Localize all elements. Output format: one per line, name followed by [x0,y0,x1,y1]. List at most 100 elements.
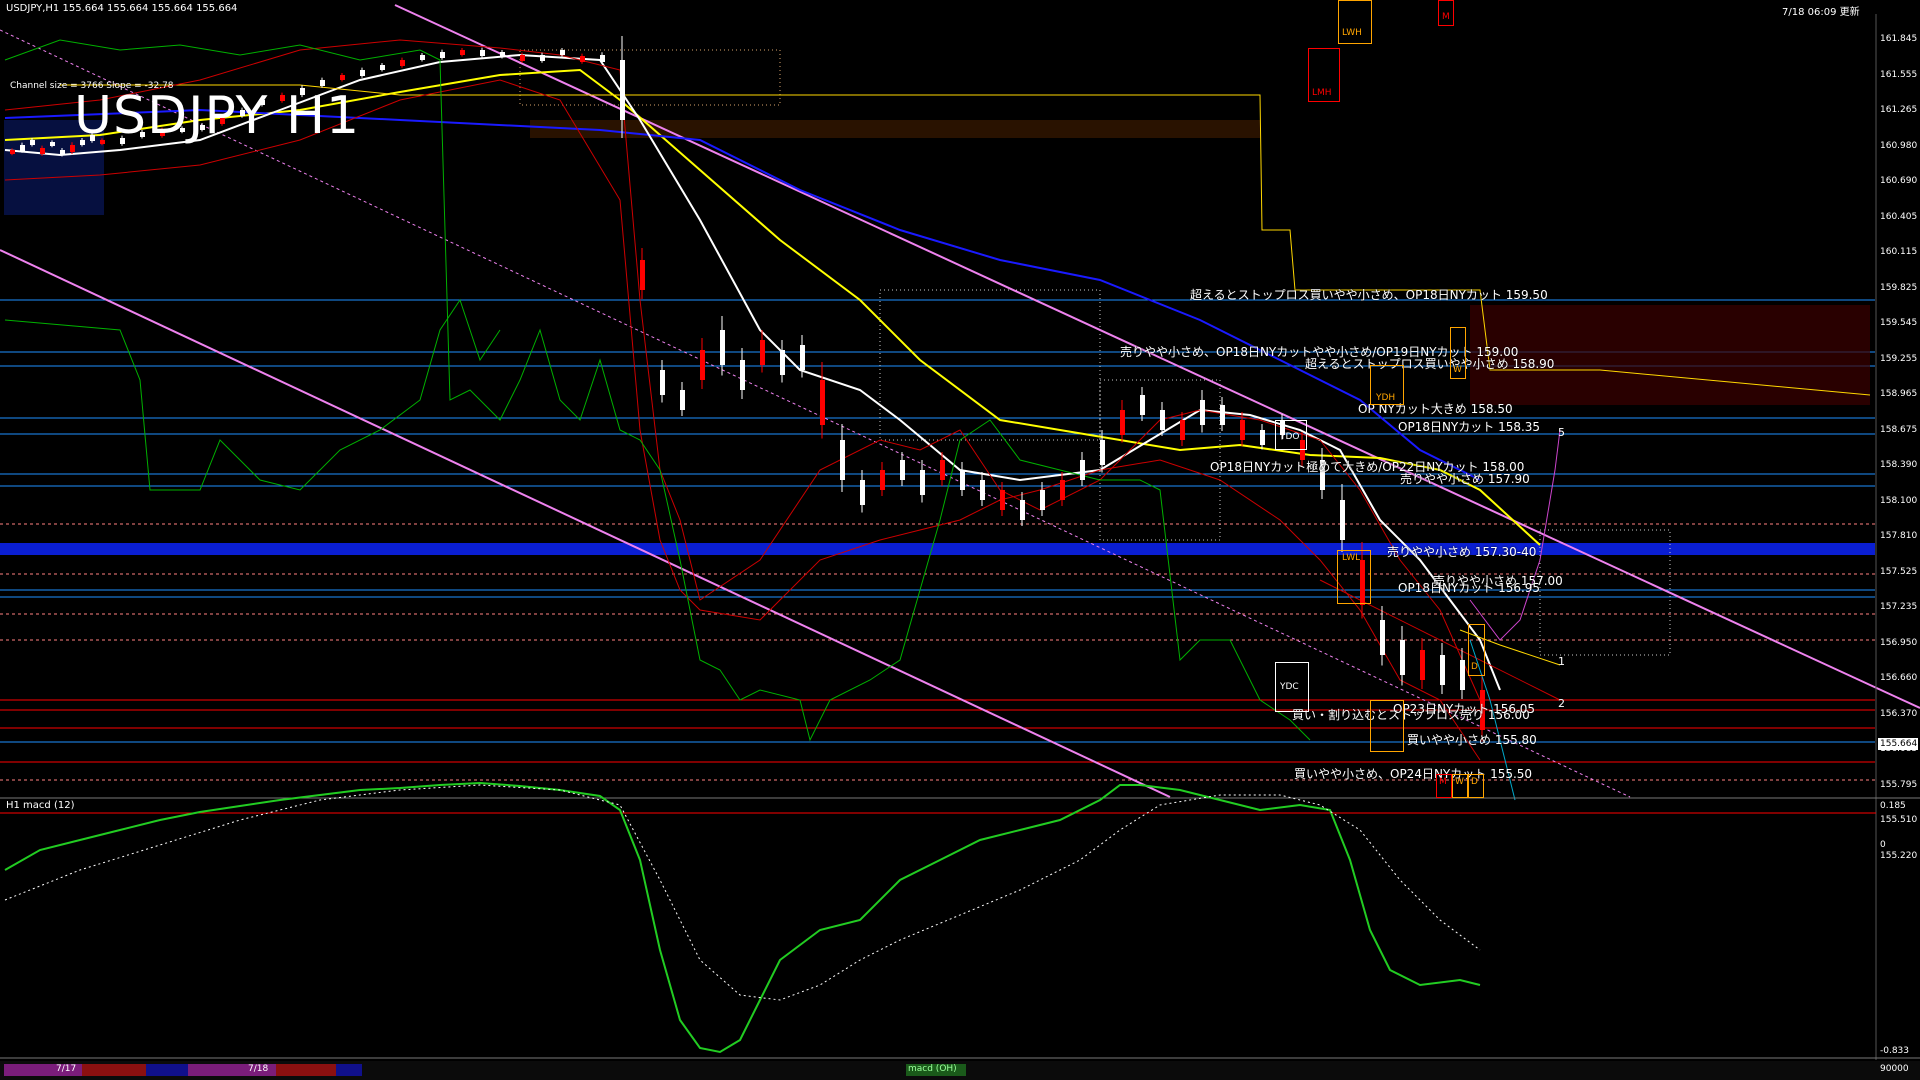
price-axis-label: 155.795 [1880,779,1918,790]
annotation: OP18日NYカット 158.35 [1398,420,1541,434]
candle-body [360,70,365,76]
candle-body [940,460,945,480]
chart-canvas[interactable] [0,0,1920,1080]
price-axis-label: 156.660 [1880,673,1918,683]
candle-body [960,470,965,490]
price-axis-label: 159.255 [1880,353,1918,364]
lwh-label: LWH [1342,28,1362,38]
candle-body [460,50,465,55]
price-axis-label: 155.510 [1880,815,1918,825]
line-number: 5 [1558,426,1565,439]
macd-axis-top: 0.185 [1880,801,1906,811]
candle-body [1080,460,1085,480]
ydh-label: YDH [1376,393,1396,403]
lmh-label: LMH [1312,88,1332,98]
candle-body [540,55,545,61]
candle-body [840,440,845,480]
candle-body [700,350,705,380]
candle-body [400,60,405,66]
price-axis-label: 161.845 [1880,34,1918,44]
candle-body [780,350,785,375]
candle-body [800,345,805,370]
symbol-info: USDJPY,H1 155.664 155.664 155.664 155.66… [6,3,238,14]
price-axis-label: 155.220 [1880,850,1918,861]
candle-body [640,260,645,290]
datetime-label: 7/18 06:09 更新 [1782,7,1860,18]
candle-body [1220,405,1225,425]
candle-body [720,330,725,365]
candle-body [980,480,985,500]
line-number: 1 [1558,655,1565,668]
candle-body [1380,620,1385,655]
candle-body [760,340,765,365]
price-axis-label: 160.405 [1880,211,1918,222]
candle-body [520,55,525,61]
candle-body [500,52,505,57]
candle-body [1000,490,1005,510]
candle-body [440,52,445,58]
candle-body [900,460,905,480]
candle-body [660,370,665,395]
price-axis-label: 160.690 [1880,176,1918,186]
candle-body [1120,410,1125,435]
annotation: 買いやや小さめ、OP24日NYカット 155.50 [1294,767,1533,781]
candle-body [1340,500,1345,540]
macd-pane[interactable] [0,781,1876,1054]
annotation: 買いやや小さめ 155.80 [1407,733,1537,747]
candle-body [820,380,825,425]
candle-body [50,142,55,146]
annotation: 売りやや小さめ 157.90 [1400,472,1530,486]
annotation: 超えるとストップロス買いやや小さめ 158.90 [1305,357,1555,371]
status-right-value: 90000 [1880,1064,1909,1074]
price-axis-label: 157.525 [1880,566,1918,577]
candle-body [10,150,15,154]
lwl-label: LWL [1342,553,1361,563]
annotation: 超えるとストップロス買いやや小さめ、OP18日NYカット 159.50 [1190,288,1548,302]
candle-body [1060,480,1065,500]
mt4-chart-window: USDJPY,H1 155.664 155.664 155.664 155.66… [0,0,1920,1080]
candle-body [1260,430,1265,445]
candle-body [1040,490,1045,510]
candle-body [580,56,585,62]
candle-body [1200,400,1205,425]
candle-body [1100,440,1105,465]
annotation: 売りやや小さめ 157.30-40 [1387,545,1537,559]
indicator-tab-label: macd (OH) [908,1064,957,1074]
candle-body [1460,660,1465,690]
candle-body [420,55,425,60]
candle-body [40,148,45,154]
candle-body [480,50,485,56]
price-axis-label: 160.115 [1880,247,1918,257]
ydc-label: YDC [1280,682,1299,692]
m-label-lower: M [1439,777,1447,787]
d-label: D [1471,662,1478,672]
price-axis-label: 158.390 [1880,460,1918,470]
candle-body [380,65,385,70]
candle-body [70,145,75,152]
status-segment [336,1064,362,1076]
candle-body [600,55,605,62]
annotation: OP18日NYカット 156.95 [1398,581,1541,595]
candle-body [560,50,565,55]
candle-body [20,145,25,151]
macd-axis-zero: 0 [1880,840,1886,850]
candle-body [1180,420,1185,440]
macd-main-line [4,781,1481,1054]
status-segment [82,1064,146,1076]
annotation: OP23日NYカット 156.05 [1393,702,1536,716]
status-date: 7/17 [56,1064,77,1074]
candle-body [1400,640,1405,675]
chart-title: USDJPY H1 [74,86,361,146]
price-axis-label: 156.950 [1880,637,1918,648]
candle-body [30,140,35,145]
price-axis-label: 160.980 [1880,140,1918,151]
macd-label: H1 macd (12) [6,800,75,811]
status-segment [276,1064,336,1076]
candle-body [1420,650,1425,680]
price-axis-label: 159.545 [1880,318,1918,328]
candle-body [1160,410,1165,430]
candle-body [60,150,65,155]
w-label: W [1453,365,1462,375]
status-segment [146,1064,188,1076]
price-axis-label: 157.810 [1880,531,1918,541]
